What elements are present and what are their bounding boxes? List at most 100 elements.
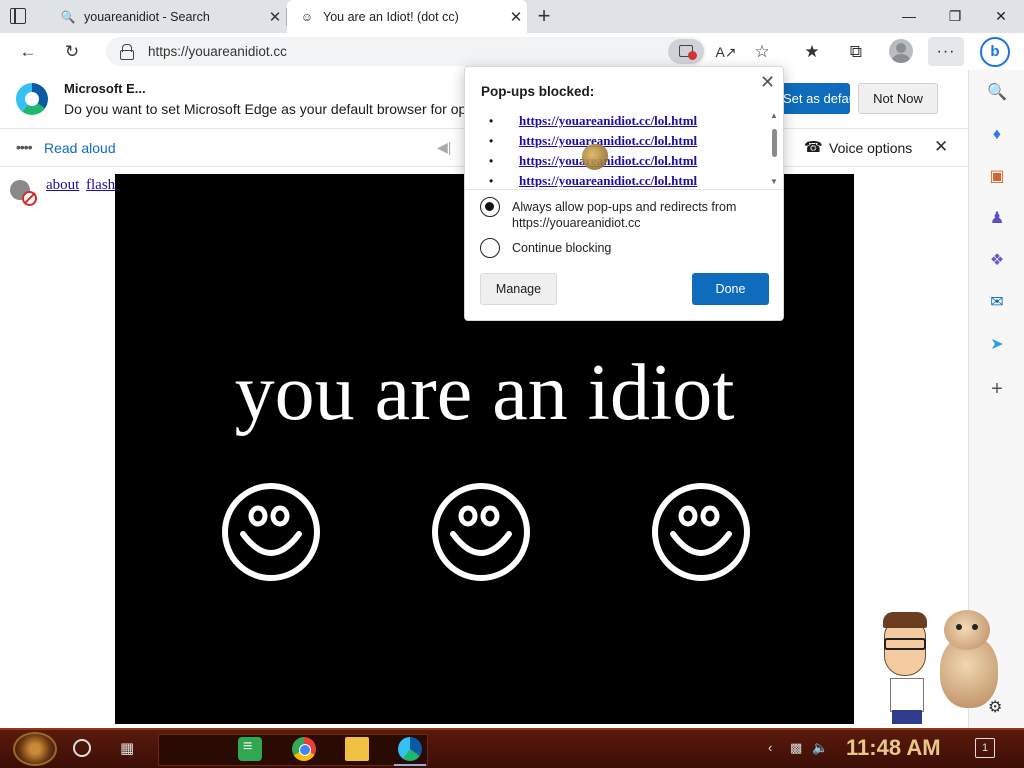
tab-strip: 🔍 youareanidiot - Search ✕ ☺ You are an … xyxy=(0,0,1024,33)
character-hair xyxy=(883,612,927,628)
microsoft-365-icon[interactable]: ❖ xyxy=(986,250,1008,272)
blocked-url-link[interactable]: https://youareanidiot.cc/lol.html xyxy=(519,111,697,131)
close-icon[interactable]: ✕ xyxy=(934,137,948,157)
popups-blocked-button[interactable] xyxy=(668,39,704,64)
voice-icon[interactable]: ☎ xyxy=(804,138,823,156)
address-bar[interactable]: https://youareanidiot.cc xyxy=(106,37,706,66)
tab-active[interactable]: ☺ You are an Idiot! (dot cc) ✕ xyxy=(287,0,527,33)
chrome-icon[interactable] xyxy=(292,737,316,761)
bullet: • xyxy=(489,114,494,128)
shopping-tag-icon[interactable]: ♦ xyxy=(986,124,1008,146)
hamster-character xyxy=(930,606,1004,710)
tab-actions-icon[interactable] xyxy=(10,8,26,24)
about-link[interactable]: about xyxy=(46,177,79,194)
back-icon[interactable]: ← xyxy=(14,38,42,66)
previous-paragraph-icon[interactable]: ◀| xyxy=(437,139,451,156)
bullet: • xyxy=(489,174,494,187)
list-item: • https://youareanidiot.cc/lol.html xyxy=(481,131,773,151)
tab-title: You are an Idiot! (dot cc) xyxy=(323,9,459,24)
allow-popups-radio[interactable] xyxy=(480,197,500,217)
task-view-icon[interactable]: ▦ xyxy=(120,739,134,757)
hamster-head xyxy=(944,610,990,650)
popups-blocked-dialog: Pop-ups blocked: ✕ • https://youareanidi… xyxy=(464,66,784,321)
edge-logo-icon xyxy=(16,83,48,115)
sound-muted-icon[interactable] xyxy=(8,176,38,206)
blocked-url-list: • https://youareanidiot.cc/lol.html • ht… xyxy=(481,111,773,187)
send-icon[interactable]: ➤ xyxy=(986,334,1008,356)
close-window-icon[interactable]: ✕ xyxy=(978,0,1024,33)
search-icon: 🔍 xyxy=(60,9,76,24)
more-options-icon[interactable]: ··· xyxy=(928,37,964,66)
lock-icon[interactable] xyxy=(120,44,134,60)
infobar-message: Do you want to set Microsoft Edge as you… xyxy=(64,101,467,117)
network-icon[interactable]: ▩ xyxy=(790,740,802,756)
gear-icon[interactable]: ⚙ xyxy=(988,697,1002,717)
add-icon[interactable]: + xyxy=(986,378,1008,400)
continue-blocking-label[interactable]: Continue blocking xyxy=(512,240,611,256)
scroll-thumb[interactable] xyxy=(772,129,777,157)
search-icon[interactable] xyxy=(73,739,91,757)
url-text[interactable]: https://youareanidiot.cc xyxy=(148,44,287,59)
list-item: • https://youareanidiot.cc/lol.html xyxy=(481,171,773,187)
scroll-up-icon[interactable]: ▲ xyxy=(770,111,778,120)
table-of-contents-icon[interactable]: •••• xyxy=(16,139,33,155)
new-tab-icon[interactable]: + xyxy=(534,2,554,30)
dialog-title: Pop-ups blocked: xyxy=(481,84,595,99)
character-legs xyxy=(892,710,922,724)
active-app-indicator xyxy=(394,764,426,766)
notification-center-icon[interactable]: 1 xyxy=(975,738,995,758)
smiley-icon xyxy=(222,483,320,581)
blocked-url-link[interactable]: https://youareanidiot.cc/lol.html xyxy=(519,151,697,171)
list-item: • https://youareanidiot.cc/lol.html xyxy=(481,151,773,171)
search-icon[interactable]: 🔍 xyxy=(986,82,1008,104)
toolbar: ← ↻ https://youareanidiot.cc A↗ ☆ ★ ⧉ ··… xyxy=(0,33,1024,70)
manage-button[interactable]: Manage xyxy=(480,273,557,305)
headline: you are an idiot xyxy=(234,349,735,437)
volume-muted-icon[interactable]: 🔈 xyxy=(812,740,828,756)
tray-overflow-icon[interactable]: ‹ xyxy=(768,740,772,755)
collections-icon[interactable]: ⧉ xyxy=(842,38,870,66)
refresh-icon[interactable]: ↻ xyxy=(58,38,86,66)
read-aloud-icon[interactable]: A↗ xyxy=(712,38,740,66)
blocked-url-link[interactable]: https://youareanidiot.cc/lol.html xyxy=(519,171,697,187)
tab-search[interactable]: 🔍 youareanidiot - Search ✕ xyxy=(48,0,286,33)
tab-title: youareanidiot - Search xyxy=(84,9,210,24)
allow-popups-label[interactable]: Always allow pop-ups and redirects from … xyxy=(512,199,752,231)
close-icon[interactable]: ✕ xyxy=(760,72,775,93)
read-aloud-button[interactable]: Read aloud xyxy=(44,140,116,156)
hamster-eye xyxy=(972,624,978,630)
profile-avatar[interactable] xyxy=(889,39,913,63)
favorites-icon[interactable]: ★ xyxy=(798,38,826,66)
not-now-button[interactable]: Not Now xyxy=(858,83,938,114)
done-button[interactable]: Done xyxy=(692,273,769,305)
continue-blocking-radio[interactable] xyxy=(480,238,500,258)
prohibited-icon xyxy=(22,191,37,206)
minimize-icon[interactable]: — xyxy=(886,0,932,33)
add-favorite-icon[interactable]: ☆ xyxy=(748,38,776,66)
cartoon-man-character xyxy=(878,612,938,726)
blocked-badge-icon xyxy=(688,51,697,60)
hamster-eye xyxy=(956,624,962,630)
character-glasses xyxy=(884,638,926,650)
blocked-url-link[interactable]: https://youareanidiot.cc/lol.html xyxy=(519,131,697,151)
scroll-down-icon[interactable]: ▼ xyxy=(770,177,778,186)
close-tab-icon[interactable]: ✕ xyxy=(505,8,527,26)
bing-chat-icon[interactable]: b xyxy=(980,37,1010,67)
close-tab-icon[interactable]: ✕ xyxy=(264,8,286,26)
bullet: • xyxy=(489,154,494,168)
tools-briefcase-icon[interactable]: ▣ xyxy=(986,166,1008,188)
character-body xyxy=(890,678,924,712)
notes-app-icon[interactable] xyxy=(238,737,262,761)
restore-icon[interactable]: ❐ xyxy=(932,0,978,33)
list-scrollbar[interactable]: ▲ ▼ xyxy=(770,111,780,187)
flash-link[interactable]: flash xyxy=(86,177,115,194)
smiley-icon xyxy=(432,483,530,581)
start-button[interactable] xyxy=(13,732,57,766)
edge-icon[interactable] xyxy=(398,737,422,761)
games-chess-icon[interactable]: ♟ xyxy=(986,208,1008,230)
file-explorer-icon[interactable] xyxy=(345,737,369,761)
divider xyxy=(465,189,783,190)
clock[interactable]: 11:48 AM xyxy=(846,735,941,761)
voice-options-button[interactable]: Voice options xyxy=(829,140,912,156)
outlook-icon[interactable]: ✉ xyxy=(986,292,1008,314)
